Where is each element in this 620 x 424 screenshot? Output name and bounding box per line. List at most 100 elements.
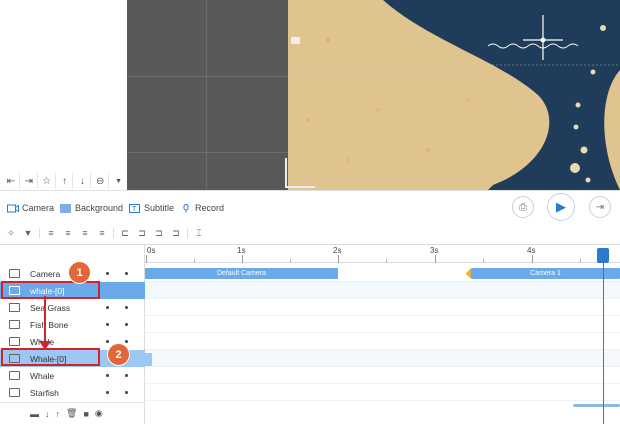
- visibility-dot[interactable]: [106, 391, 109, 394]
- timeline-scrollbar[interactable]: [573, 404, 620, 407]
- filter-icon[interactable]: ▼: [22, 228, 34, 238]
- step-number: 1: [76, 266, 83, 279]
- layer-row[interactable]: Starfish: [0, 384, 145, 401]
- grid-line: [206, 0, 207, 190]
- ruler-label: 1s: [237, 246, 246, 255]
- visibility-dot[interactable]: [106, 340, 109, 343]
- ruler-minor-tick: [483, 259, 484, 263]
- align-middle-icon[interactable]: ⊐: [170, 228, 182, 238]
- lock-dot[interactable]: [125, 306, 128, 309]
- background-icon: [60, 203, 71, 213]
- tab-background-label: Background: [75, 203, 124, 213]
- move-down-icon[interactable]: ↓: [45, 409, 50, 419]
- arrow-down-icon[interactable]: ↓: [74, 173, 92, 189]
- ruler-minor-tick: [194, 259, 195, 263]
- image-layer-icon: [9, 303, 20, 312]
- playhead-line: [603, 255, 604, 424]
- track-row: [145, 350, 620, 367]
- trash-icon[interactable]: 🗑: [66, 408, 77, 419]
- minus-circle-icon[interactable]: ⊖: [92, 173, 110, 189]
- layer-row[interactable]: Fish Bone: [0, 316, 145, 333]
- playhead-handle[interactable]: [597, 248, 609, 263]
- lock-icon[interactable]: ■: [83, 409, 88, 419]
- tab-camera[interactable]: Camera: [7, 203, 54, 213]
- dropdown-arrow-icon[interactable]: ▼: [110, 173, 127, 189]
- star-icon[interactable]: ☆: [39, 173, 56, 189]
- layer-name: Sea Grass: [30, 302, 71, 313]
- align-start-icon[interactable]: ⊏: [119, 228, 131, 238]
- clip-default-camera[interactable]: Default Camera: [145, 268, 338, 279]
- subtitle-icon: T: [129, 203, 140, 213]
- image-layer-icon: [9, 388, 20, 397]
- align-end-icon[interactable]: ⊐: [153, 228, 165, 238]
- clip-camera-1[interactable]: Camera 1: [471, 268, 620, 279]
- ruler-tick: [435, 255, 436, 263]
- lock-dot[interactable]: [125, 340, 128, 343]
- layer-row[interactable]: Whale: [0, 367, 145, 384]
- ruler-label: 4s: [527, 246, 536, 255]
- preview-icon: ⎙: [519, 201, 527, 213]
- lock-dot[interactable]: [125, 391, 128, 394]
- tab-subtitle-label: Subtitle: [144, 203, 175, 213]
- exit-icon[interactable]: ⇤: [3, 173, 20, 189]
- ruler-label: 3s: [430, 246, 439, 255]
- track-row: [145, 316, 620, 333]
- target-icon[interactable]: ✧: [5, 228, 17, 238]
- preview-button[interactable]: ⎙: [512, 196, 534, 218]
- tab-record-label: Record: [195, 203, 225, 213]
- ruler-minor-tick: [580, 259, 581, 263]
- split-icon[interactable]: ⌶: [193, 228, 205, 238]
- step-badge-1: 1: [68, 261, 91, 284]
- move-arrow-head: [39, 341, 51, 350]
- track-row: Default Camera Camera 1: [145, 265, 620, 282]
- ruler-tick: [338, 255, 339, 263]
- eye-icon[interactable]: ◉: [95, 408, 103, 419]
- image-layer-icon: [9, 337, 20, 346]
- align-justify-icon[interactable]: ≡: [96, 228, 108, 238]
- scene-image[interactable]: [288, 0, 620, 190]
- lock-dot[interactable]: [125, 272, 128, 275]
- layer-actions-bar: ▬ ↓ ↑ 🗑 ■ ◉: [0, 402, 145, 424]
- ruler-label: 0s: [147, 246, 156, 255]
- visibility-dot[interactable]: [106, 306, 109, 309]
- arrow-up-icon[interactable]: ↑: [57, 173, 74, 189]
- move-up-icon[interactable]: ↑: [56, 409, 61, 419]
- lock-dot[interactable]: [125, 323, 128, 326]
- play-icon: ▶: [556, 199, 566, 214]
- next-frame-button[interactable]: ⇥: [589, 196, 611, 218]
- next-frame-icon: ⇥: [595, 201, 605, 213]
- track-row: [145, 282, 620, 299]
- timeline-panel[interactable]: 0s 1s 2s 3s 4s Default Camera Camera 1: [145, 244, 620, 424]
- image-layer-icon: [9, 371, 20, 380]
- distribute-icon[interactable]: ⊐: [136, 228, 148, 238]
- svg-text:T: T: [131, 205, 137, 213]
- visibility-dot[interactable]: [106, 374, 109, 377]
- ruler-tick: [532, 255, 533, 263]
- timeline-tools-bar: ✧ ▼ ≡ ≡ ≡ ≡ ⊏ ⊐ ⊐ ⊐ ⌶: [0, 224, 620, 242]
- track-row: [145, 333, 620, 350]
- crop-corner-marker: [285, 158, 315, 188]
- camera-layer-icon: [9, 269, 20, 278]
- track-row: [145, 299, 620, 316]
- time-ruler[interactable]: 0s 1s 2s 3s 4s: [145, 245, 620, 263]
- lock-dot[interactable]: [125, 374, 128, 377]
- divider: [39, 228, 40, 238]
- align-left-icon[interactable]: ≡: [45, 228, 57, 238]
- tab-subtitle[interactable]: T Subtitle: [129, 203, 174, 213]
- folder-icon[interactable]: ▬: [30, 409, 39, 419]
- tab-background[interactable]: Background: [60, 203, 123, 213]
- tab-record[interactable]: Record: [180, 203, 224, 213]
- divider: [187, 228, 188, 238]
- play-button[interactable]: ▶: [547, 193, 575, 221]
- move-arrow-line: [44, 296, 46, 344]
- highlight-box-step2: [1, 348, 100, 366]
- align-center-icon[interactable]: ≡: [62, 228, 74, 238]
- layer-row[interactable]: Sea Grass: [0, 299, 145, 316]
- visibility-dot[interactable]: [106, 323, 109, 326]
- align-right-icon[interactable]: ≡: [79, 228, 91, 238]
- enter-icon[interactable]: ⇥: [21, 173, 38, 189]
- visibility-dot[interactable]: [106, 272, 109, 275]
- selection-handle[interactable]: [291, 37, 300, 44]
- ruler-tick: [146, 255, 147, 263]
- ruler-minor-tick: [290, 259, 291, 263]
